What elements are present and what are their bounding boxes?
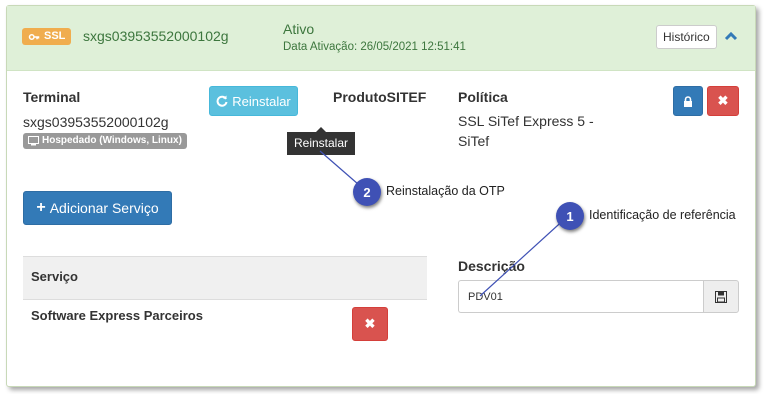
close-icon: ✖ [364, 316, 376, 331]
annotation-1-text: Identificação de referência [589, 208, 736, 222]
description-label: Descrição [458, 258, 525, 274]
status-text: Ativo [283, 21, 315, 37]
annotation-2-text: Reinstalação da OTP [386, 184, 505, 198]
reinstall-tooltip: Reinstalar [287, 127, 355, 155]
ssl-badge-label: SSL [44, 30, 66, 42]
policy-value-line2: SiTef [458, 133, 490, 149]
hosted-tag-label: Hospedado (Windows, Linux) [42, 135, 182, 146]
annotation-1-marker: 1 [556, 202, 584, 230]
terminal-label: Terminal [23, 89, 81, 105]
add-service-button[interactable]: + Adicionar Serviço [23, 191, 172, 225]
policy-value-line1: SSL SiTef Express 5 - [458, 113, 594, 129]
delete-terminal-button[interactable]: ✖ [707, 86, 739, 116]
description-input[interactable] [458, 280, 703, 313]
hosted-tag: Hospedado (Windows, Linux) [23, 133, 187, 149]
lock-button[interactable] [673, 86, 703, 116]
services-table-header: Serviço [23, 256, 427, 300]
ssl-badge: SSL [22, 28, 72, 45]
activation-date: Data Ativação: 26/05/2021 12:51:41 [283, 41, 466, 53]
delete-service-button[interactable]: ✖ [352, 307, 388, 341]
services-column-header: Serviço [31, 269, 78, 284]
reinstall-button[interactable]: Reinstalar [209, 86, 298, 116]
history-button[interactable]: Histórico [656, 25, 717, 49]
card-header[interactable]: SSL sxgs03953552000102g Ativo Data Ativa… [7, 6, 755, 71]
service-row-name: Software Express Parceiros [31, 308, 203, 323]
product-label: ProdutoSITEF [333, 89, 427, 105]
add-service-label: Adicionar Serviço [49, 200, 159, 216]
lock-icon [684, 95, 692, 107]
close-icon: ✖ [717, 93, 729, 108]
floppy-icon [715, 290, 727, 303]
save-description-button[interactable] [703, 280, 739, 313]
key-icon [28, 33, 40, 40]
terminal-card: SSL sxgs03953552000102g Ativo Data Ativa… [6, 5, 756, 387]
chevron-up-icon[interactable] [724, 31, 738, 41]
reinstall-button-label: Reinstalar [232, 93, 291, 109]
policy-label: Política [458, 89, 508, 105]
plus-icon: + [36, 199, 46, 216]
refresh-icon [216, 95, 228, 107]
terminal-value: sxgs03953552000102g [23, 114, 169, 130]
annotation-2-marker: 2 [353, 178, 381, 206]
header-terminal-id: sxgs03953552000102g [83, 28, 229, 44]
monitor-icon [28, 136, 39, 146]
